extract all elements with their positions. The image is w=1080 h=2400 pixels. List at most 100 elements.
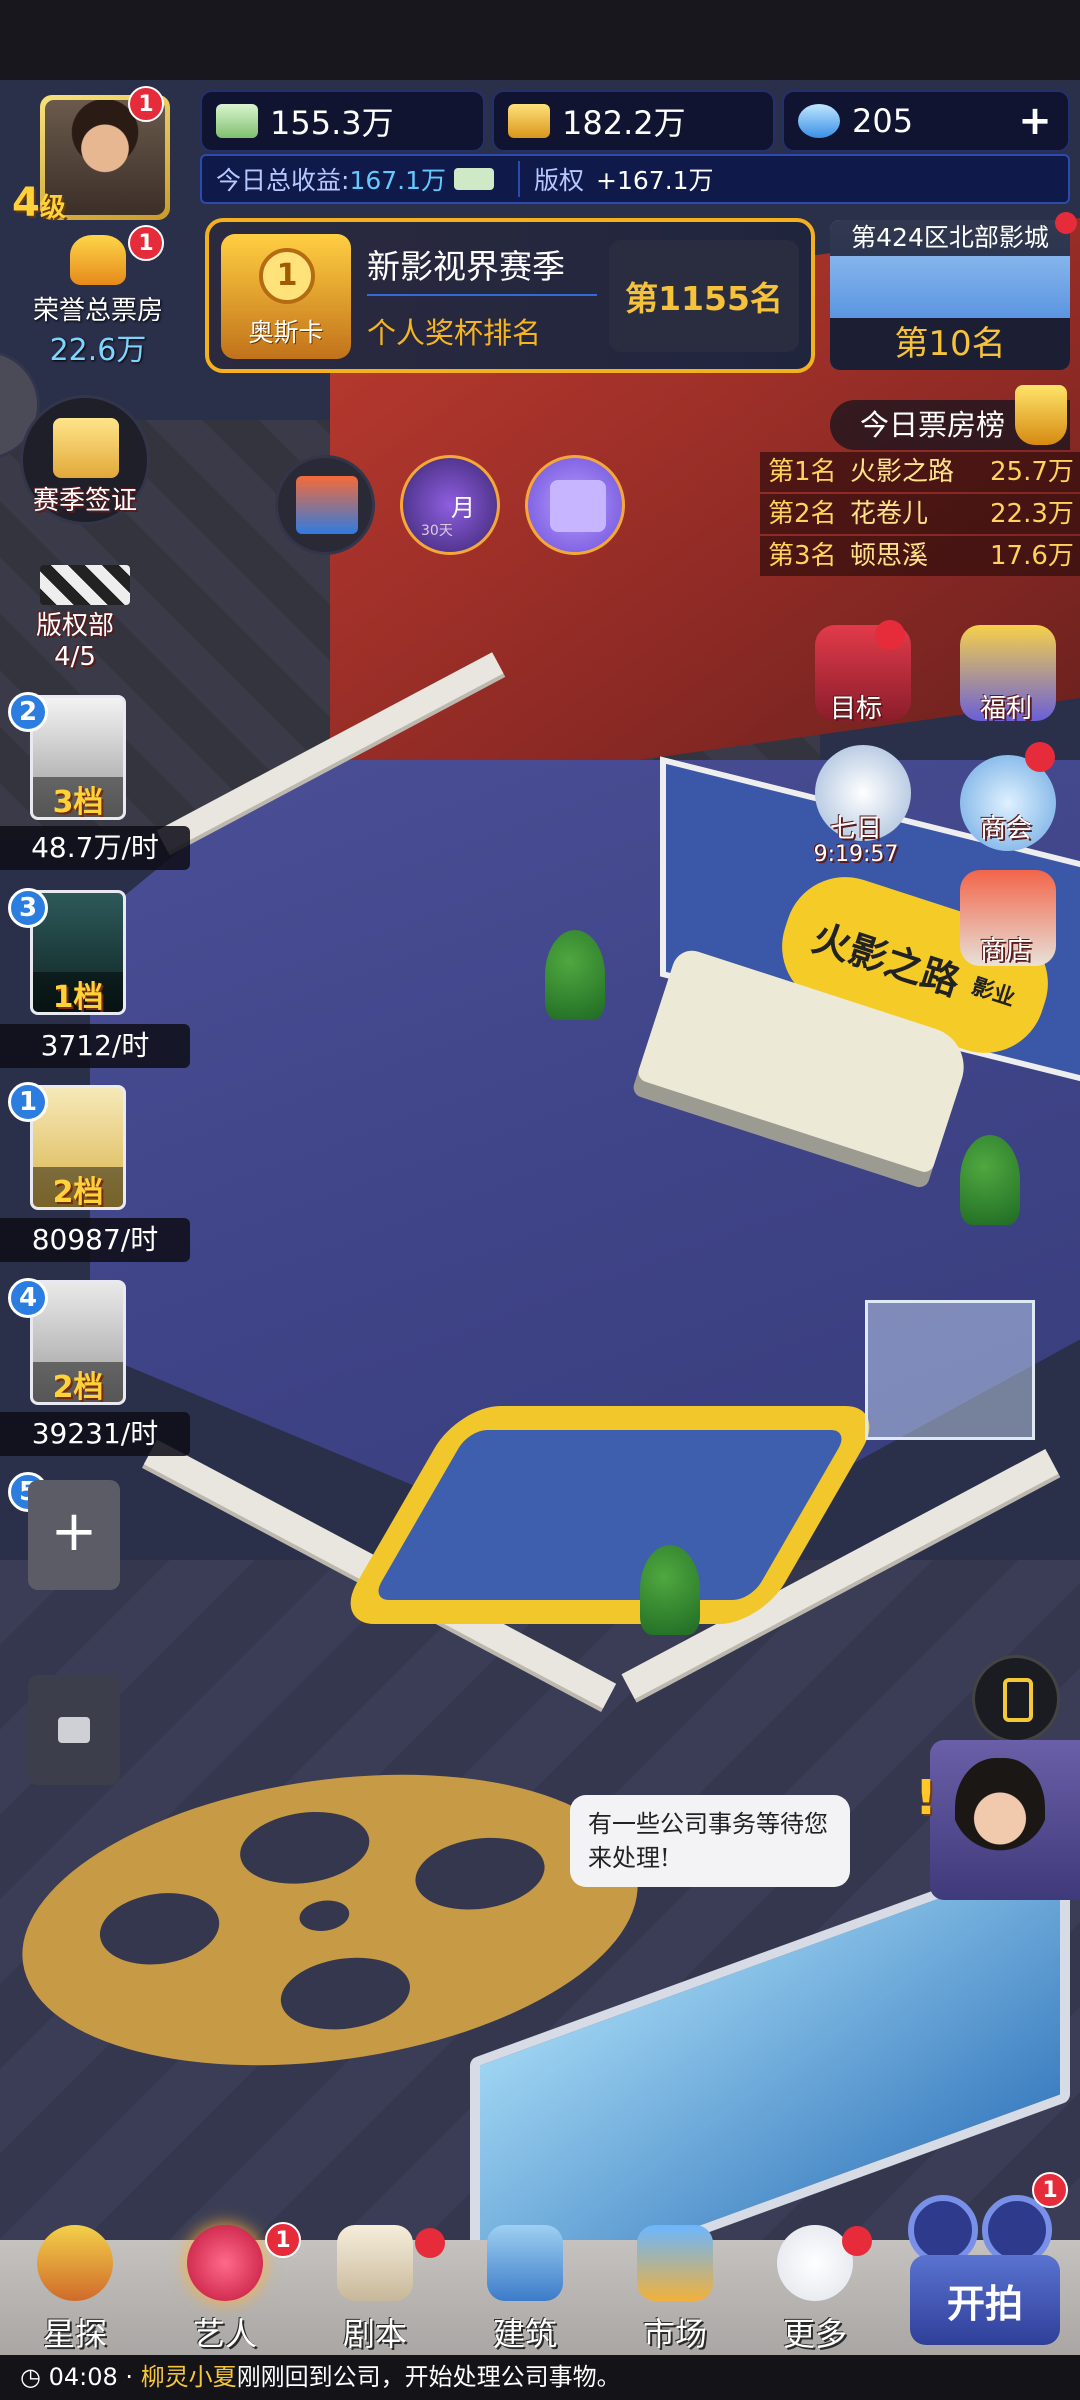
income-bar: 今日总收益: 167.1万 版权 +167.1万 — [200, 154, 1070, 204]
copyright-dept-count: 4/5 — [54, 642, 96, 672]
region-title: 第424区北部影城 — [830, 220, 1070, 256]
notification-dot — [1055, 212, 1077, 234]
artist-rate: 80987/时 — [0, 1218, 190, 1262]
store-icon — [296, 476, 358, 534]
diamond-icon — [798, 104, 840, 138]
shop-building-button[interactable] — [275, 455, 375, 555]
nav-label: 星探 — [42, 2315, 107, 2353]
building-icon — [487, 2225, 563, 2301]
alert-icon: ! — [915, 1770, 937, 1826]
board-row[interactable]: 第1名 火影之路 25.7万 — [760, 452, 1080, 492]
income-value: 167.1万 — [349, 166, 447, 195]
add-artist-button[interactable]: + — [28, 1480, 120, 1590]
region-card[interactable]: 第424区北部影城 第10名 — [830, 220, 1070, 370]
seven-day-label: 七日 — [829, 814, 882, 844]
artist-slot-number: 4 — [8, 1278, 48, 1318]
nav-label: 市场 — [642, 2315, 707, 2353]
shop-label: 商店 — [979, 936, 1032, 966]
plant — [960, 1135, 1020, 1225]
artist-tier: 3档 — [33, 777, 123, 817]
dialog-bubble[interactable]: 有一些公司事务等待您来处理! — [570, 1795, 850, 1887]
gift-icon — [550, 480, 606, 532]
artist-rate: 48.7万/时 — [0, 826, 190, 870]
gold-icon — [508, 104, 550, 138]
locked-slot[interactable] — [28, 1675, 120, 1785]
divider — [367, 294, 597, 296]
notification-dot — [842, 2226, 872, 2256]
chamber-label: 商会 — [979, 814, 1032, 844]
start-shooting-button[interactable]: 开拍 — [890, 2185, 1070, 2355]
nav-label: 剧本 — [342, 2315, 407, 2353]
visa-icon — [53, 418, 119, 478]
trophy-icon — [1015, 385, 1067, 445]
secretary-portrait[interactable] — [930, 1740, 1080, 1900]
month-card-button[interactable]: 月 30天 — [400, 455, 500, 555]
player-level: 4级 — [12, 180, 66, 226]
month-card-label: 月 — [451, 494, 475, 522]
season-rank: 第1155名 — [609, 240, 799, 352]
copyright-label: 版权 — [534, 166, 585, 195]
top-bar — [0, 0, 1080, 80]
artist-slot-number: 1 — [8, 1082, 48, 1122]
honor-box-office-value: 22.6万 — [49, 333, 147, 368]
seven-day-timer: 9:19:57 — [813, 842, 899, 867]
gold-counter[interactable]: 182.2万 — [492, 90, 775, 152]
plant — [640, 1545, 700, 1635]
plant — [545, 930, 605, 1020]
clock-icon: ◷ — [20, 2363, 41, 2391]
medal-label: 奥斯卡 — [248, 318, 324, 347]
status-separator: · — [125, 2363, 134, 2391]
copyright-value: +167.1万 — [596, 166, 714, 195]
cash-icon — [454, 168, 495, 190]
medal-icon: 1 — [259, 248, 315, 304]
artist-rate: 39231/时 — [0, 1412, 190, 1456]
artist-tier: 2档 — [33, 1167, 123, 1207]
region-rank: 第10名 — [830, 318, 1070, 370]
clapperboard-icon[interactable] — [40, 565, 130, 605]
season-title: 新影视界赛季 — [367, 247, 565, 286]
cash-value: 155.3万 — [270, 104, 394, 142]
phone-button[interactable] — [972, 1655, 1060, 1743]
artist-icon — [187, 2225, 263, 2301]
board-row[interactable]: 第2名 花卷儿 22.3万 — [760, 494, 1080, 534]
cash-counter[interactable]: 155.3万 — [200, 90, 485, 152]
gift-box-button[interactable] — [525, 455, 625, 555]
nav-market[interactable]: 市场 — [615, 2225, 735, 2355]
nav-label: 更多 — [782, 2315, 847, 2353]
artist-slot-number: 3 — [8, 888, 48, 928]
add-diamonds-button[interactable]: + — [1010, 98, 1060, 148]
board-row[interactable]: 第3名 顿思溪 17.6万 — [760, 536, 1080, 576]
artist-badge: 1 — [265, 2222, 301, 2258]
welfare-label: 福利 — [979, 694, 1032, 724]
artist-slot-number: 2 — [8, 692, 48, 732]
cash-icon — [216, 104, 258, 138]
artist-tier: 2档 — [33, 1362, 123, 1402]
diamond-counter[interactable]: 205 + — [782, 90, 1070, 152]
notification-dot — [415, 2228, 445, 2258]
notification-dot — [1025, 742, 1055, 772]
status-ticker: ◷ 04:08 · 柳灵小夏刚刚回到公司，开始处理公司事物。 — [0, 2355, 1080, 2400]
avatar-badge: 1 — [128, 86, 164, 122]
notification-dot — [875, 620, 905, 650]
resource-panel: 155.3万 182.2万 205 + 今日总收益: 167.1万 版权 +16… — [200, 90, 1070, 210]
copyright-dept-label[interactable]: 版权部 — [5, 605, 145, 642]
scout-icon — [37, 2225, 113, 2301]
status-name: 柳灵小夏 — [140, 2363, 237, 2391]
nav-label: 艺人 — [192, 2315, 257, 2353]
nav-building[interactable]: 建筑 — [465, 2225, 585, 2355]
trophy-icon[interactable] — [70, 235, 126, 285]
honor-box-office-label: 荣誉总票房 — [32, 296, 163, 326]
market-icon — [637, 2225, 713, 2301]
start-shooting-label: 开拍 — [946, 2282, 1023, 2326]
avatar — [955, 1758, 1045, 1868]
season-visa-label: 赛季签证 — [32, 486, 137, 516]
status-time: 04:08 — [48, 2363, 118, 2391]
artist-rate: 3712/时 — [0, 1024, 190, 1068]
season-card[interactable]: 1 奥斯卡 新影视界赛季 个人奖杯排名 第1155名 — [205, 218, 815, 373]
display-case[interactable] — [865, 1300, 1035, 1440]
month-card-days: 30天 — [421, 523, 453, 539]
phone-icon — [1003, 1678, 1033, 1722]
honor-badge: 1 — [128, 225, 164, 261]
gold-value: 182.2万 — [562, 104, 686, 142]
nav-scout[interactable]: 星探 — [15, 2225, 135, 2355]
